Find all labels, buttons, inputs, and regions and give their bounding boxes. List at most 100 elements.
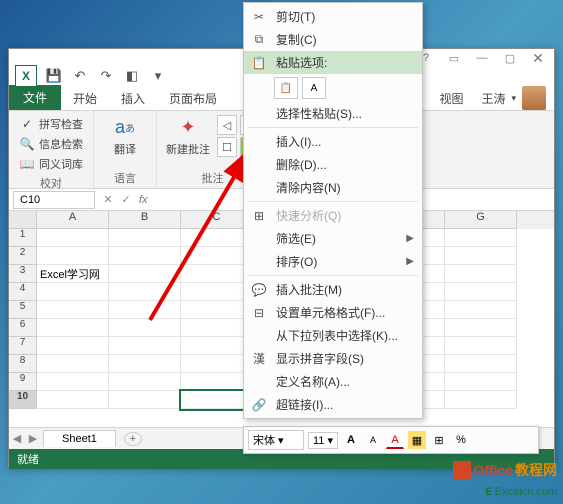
- tab-insert[interactable]: 插入: [109, 87, 157, 110]
- sheet-nav-prev[interactable]: ◀: [9, 432, 25, 445]
- sheet-tab-sheet1[interactable]: Sheet1: [43, 430, 116, 447]
- translate-button[interactable]: aあ 翻译: [102, 115, 148, 157]
- col-b[interactable]: B: [109, 211, 181, 229]
- minimize-button[interactable]: ―: [468, 50, 496, 66]
- cell[interactable]: [37, 373, 109, 391]
- row-6[interactable]: 6: [9, 319, 37, 337]
- thesaurus-button[interactable]: 📖同义词库: [17, 155, 85, 173]
- cell-a3[interactable]: Excel学习网: [37, 265, 109, 283]
- cell[interactable]: [445, 319, 517, 337]
- fx-icon[interactable]: fx: [135, 194, 148, 206]
- ctx-dropdown-list[interactable]: 从下拉列表中选择(K)...: [244, 324, 422, 347]
- undo-button[interactable]: ↶: [71, 67, 89, 85]
- enter-icon[interactable]: ✓: [117, 193, 135, 206]
- cell[interactable]: [37, 391, 109, 409]
- paste-option-default[interactable]: 📋: [274, 77, 298, 99]
- ctx-define-name[interactable]: 定义名称(A)...: [244, 370, 422, 393]
- cell[interactable]: [109, 337, 181, 355]
- cell[interactable]: [109, 265, 181, 283]
- cell[interactable]: [37, 301, 109, 319]
- prev-comment-icon[interactable]: ◁: [217, 115, 237, 135]
- cell[interactable]: [109, 247, 181, 265]
- ctx-insert[interactable]: 插入(I)...: [244, 130, 422, 153]
- cell[interactable]: [37, 355, 109, 373]
- mini-border[interactable]: ⊞: [430, 431, 448, 449]
- cell[interactable]: [445, 355, 517, 373]
- col-g[interactable]: G: [445, 211, 517, 229]
- save-button[interactable]: 💾: [45, 67, 63, 85]
- row-2[interactable]: 2: [9, 247, 37, 265]
- cell[interactable]: [37, 283, 109, 301]
- tab-view-partial[interactable]: 视图: [439, 87, 475, 110]
- ctx-cut[interactable]: ✂剪切(T): [244, 5, 422, 28]
- mini-font-color[interactable]: A: [386, 431, 404, 449]
- spellcheck-button[interactable]: ✓拼写检查: [17, 115, 85, 133]
- row-10[interactable]: 10: [9, 391, 37, 409]
- ctx-clear[interactable]: 清除内容(N): [244, 176, 422, 199]
- tab-pagelayout[interactable]: 页面布局: [157, 87, 229, 110]
- ctx-sort[interactable]: 排序(O)▶: [244, 250, 422, 273]
- cell[interactable]: [109, 391, 181, 409]
- select-all-corner[interactable]: [9, 211, 37, 229]
- cell[interactable]: [445, 229, 517, 247]
- mini-decrease-size[interactable]: A: [364, 431, 382, 449]
- ctx-delete[interactable]: 删除(D)...: [244, 153, 422, 176]
- cell[interactable]: [445, 373, 517, 391]
- row-3[interactable]: 3: [9, 265, 37, 283]
- cell[interactable]: [445, 265, 517, 283]
- restore-button[interactable]: ▢: [496, 50, 524, 66]
- row-9[interactable]: 9: [9, 373, 37, 391]
- comment-icon: 💬: [250, 282, 268, 298]
- touch-mode-button[interactable]: ◧: [123, 67, 141, 85]
- tab-home[interactable]: 开始: [61, 87, 109, 110]
- close-button[interactable]: ✕: [524, 50, 552, 66]
- mini-increase-size[interactable]: A: [342, 431, 360, 449]
- row-5[interactable]: 5: [9, 301, 37, 319]
- new-sheet-button[interactable]: +: [124, 432, 142, 446]
- cell[interactable]: [445, 391, 517, 409]
- user-name[interactable]: 王涛: [481, 90, 505, 107]
- cell[interactable]: [37, 247, 109, 265]
- paste-option-values[interactable]: A: [302, 77, 326, 99]
- row-8[interactable]: 8: [9, 355, 37, 373]
- cell[interactable]: [37, 337, 109, 355]
- cell[interactable]: [445, 301, 517, 319]
- ctx-copy[interactable]: ⧉复制(C): [244, 28, 422, 51]
- new-comment-button[interactable]: ✦ 新建批注: [165, 115, 211, 157]
- cell[interactable]: [445, 337, 517, 355]
- show-comment-icon[interactable]: ☐: [217, 137, 237, 157]
- mini-percent[interactable]: %: [452, 431, 470, 449]
- cell[interactable]: [445, 247, 517, 265]
- cell[interactable]: [109, 319, 181, 337]
- cell[interactable]: [109, 283, 181, 301]
- tab-file[interactable]: 文件: [9, 85, 61, 110]
- cell[interactable]: [37, 229, 109, 247]
- ribbon-display-button[interactable]: ▭: [440, 50, 468, 66]
- ctx-phonetic[interactable]: 漢显示拼音字段(S): [244, 347, 422, 370]
- redo-button[interactable]: ↷: [97, 67, 115, 85]
- cell[interactable]: [109, 355, 181, 373]
- research-button[interactable]: 🔍信息检索: [17, 135, 85, 153]
- cancel-icon[interactable]: ✕: [99, 193, 117, 206]
- avatar[interactable]: [522, 86, 546, 110]
- ctx-hyperlink[interactable]: 🔗超链接(I)...: [244, 393, 422, 416]
- cell[interactable]: [37, 319, 109, 337]
- cell[interactable]: [109, 229, 181, 247]
- ctx-insert-comment[interactable]: 💬插入批注(M): [244, 278, 422, 301]
- mini-fill-color[interactable]: ▦: [408, 431, 426, 449]
- cell[interactable]: [109, 373, 181, 391]
- cell[interactable]: [445, 283, 517, 301]
- row-7[interactable]: 7: [9, 337, 37, 355]
- cell[interactable]: [109, 301, 181, 319]
- col-a[interactable]: A: [37, 211, 109, 229]
- ctx-format-cells[interactable]: ⊟设置单元格格式(F)...: [244, 301, 422, 324]
- name-box[interactable]: C10: [13, 191, 95, 209]
- mini-size-select[interactable]: 11 ▾: [308, 432, 338, 449]
- row-4[interactable]: 4: [9, 283, 37, 301]
- sheet-nav-next[interactable]: ▶: [25, 432, 41, 445]
- mini-font-select[interactable]: 宋体 ▾: [248, 430, 304, 450]
- ctx-filter[interactable]: 筛选(E)▶: [244, 227, 422, 250]
- ctx-paste-special[interactable]: 选择性粘贴(S)...: [244, 102, 422, 125]
- qat-customize-button[interactable]: ▾: [149, 67, 167, 85]
- row-1[interactable]: 1: [9, 229, 37, 247]
